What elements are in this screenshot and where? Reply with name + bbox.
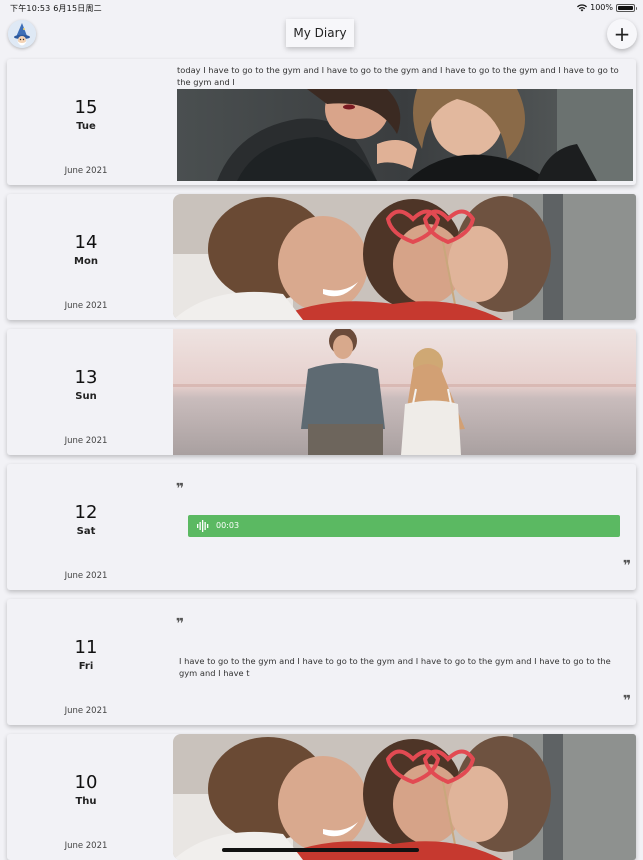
quote-open-icon: ❞ — [176, 616, 185, 632]
audio-duration: 00:03 — [216, 521, 240, 530]
entry-date: 13 Sun June 2021 — [7, 329, 165, 455]
entry-text: today I have to go to the gym and I have… — [177, 65, 619, 87]
home-indicator[interactable] — [222, 848, 419, 852]
entry-weekday: Thu — [75, 796, 97, 807]
diary-entry[interactable]: 14 Mon June 2021 — [7, 194, 636, 320]
entry-month: June 2021 — [64, 301, 108, 311]
entry-month: June 2021 — [64, 706, 108, 716]
entry-photo — [173, 734, 636, 860]
audio-player[interactable]: 00:03 — [188, 515, 620, 537]
diary-entry[interactable]: 13 Sun June 2021 — [7, 329, 636, 455]
entry-photo — [177, 79, 633, 181]
waveform-icon — [197, 520, 209, 532]
entry-date: 15 Tue June 2021 — [7, 59, 165, 185]
entry-day-number: 11 — [74, 637, 98, 658]
entry-text: I have to go to the gym and I have to go… — [179, 656, 611, 678]
diary-entry[interactable]: 10 Thu June 2021 — [7, 734, 636, 860]
entry-month: June 2021 — [64, 436, 108, 446]
entry-date: 10 Thu June 2021 — [7, 734, 165, 860]
entry-day-number: 15 — [74, 97, 98, 118]
entry-day-number: 14 — [74, 232, 98, 253]
quote-close-icon: ❞ — [623, 693, 632, 709]
entry-photo — [173, 329, 636, 455]
entry-weekday: Mon — [74, 256, 98, 267]
entry-date: 12 Sat June 2021 — [7, 464, 165, 590]
status-time-date: 下午10:53 6月15日周二 — [10, 4, 102, 13]
entry-photo — [173, 194, 636, 320]
entry-weekday: Tue — [76, 121, 96, 132]
entry-day-number: 12 — [74, 502, 98, 523]
wizard-avatar-icon[interactable] — [8, 20, 36, 48]
entry-day-number: 10 — [74, 772, 98, 793]
wifi-icon — [577, 3, 588, 11]
add-entry-button[interactable]: + — [607, 19, 637, 49]
entry-month: June 2021 — [64, 166, 108, 176]
entry-day-number: 13 — [74, 367, 98, 388]
diary-entry[interactable]: 15 Tue June 2021 today I have to go to t… — [7, 59, 636, 185]
status-bar: 下午10:53 6月15日周二 100% — [0, 0, 643, 16]
entry-month: June 2021 — [64, 571, 108, 581]
diary-entry[interactable]: 12 Sat June 2021 ❞ 00:03 ❞ — [7, 464, 636, 590]
quote-open-icon: ❞ — [176, 481, 185, 497]
entry-date: 14 Mon June 2021 — [7, 194, 165, 320]
nav-header: My Diary + — [0, 16, 643, 54]
entry-weekday: Fri — [78, 661, 94, 672]
entry-weekday: Sat — [76, 526, 96, 537]
status-right-group: 100% — [577, 3, 637, 12]
entry-month: June 2021 — [64, 841, 108, 851]
battery-percent: 100% — [590, 3, 613, 12]
quote-close-icon: ❞ — [623, 558, 632, 574]
entry-date: 11 Fri June 2021 — [7, 599, 165, 725]
entry-weekday: Sun — [75, 391, 97, 402]
page-title: My Diary — [286, 19, 354, 47]
diary-entry[interactable]: 11 Fri June 2021 ❞ I have to go to the g… — [7, 599, 636, 725]
battery-icon — [616, 3, 637, 12]
